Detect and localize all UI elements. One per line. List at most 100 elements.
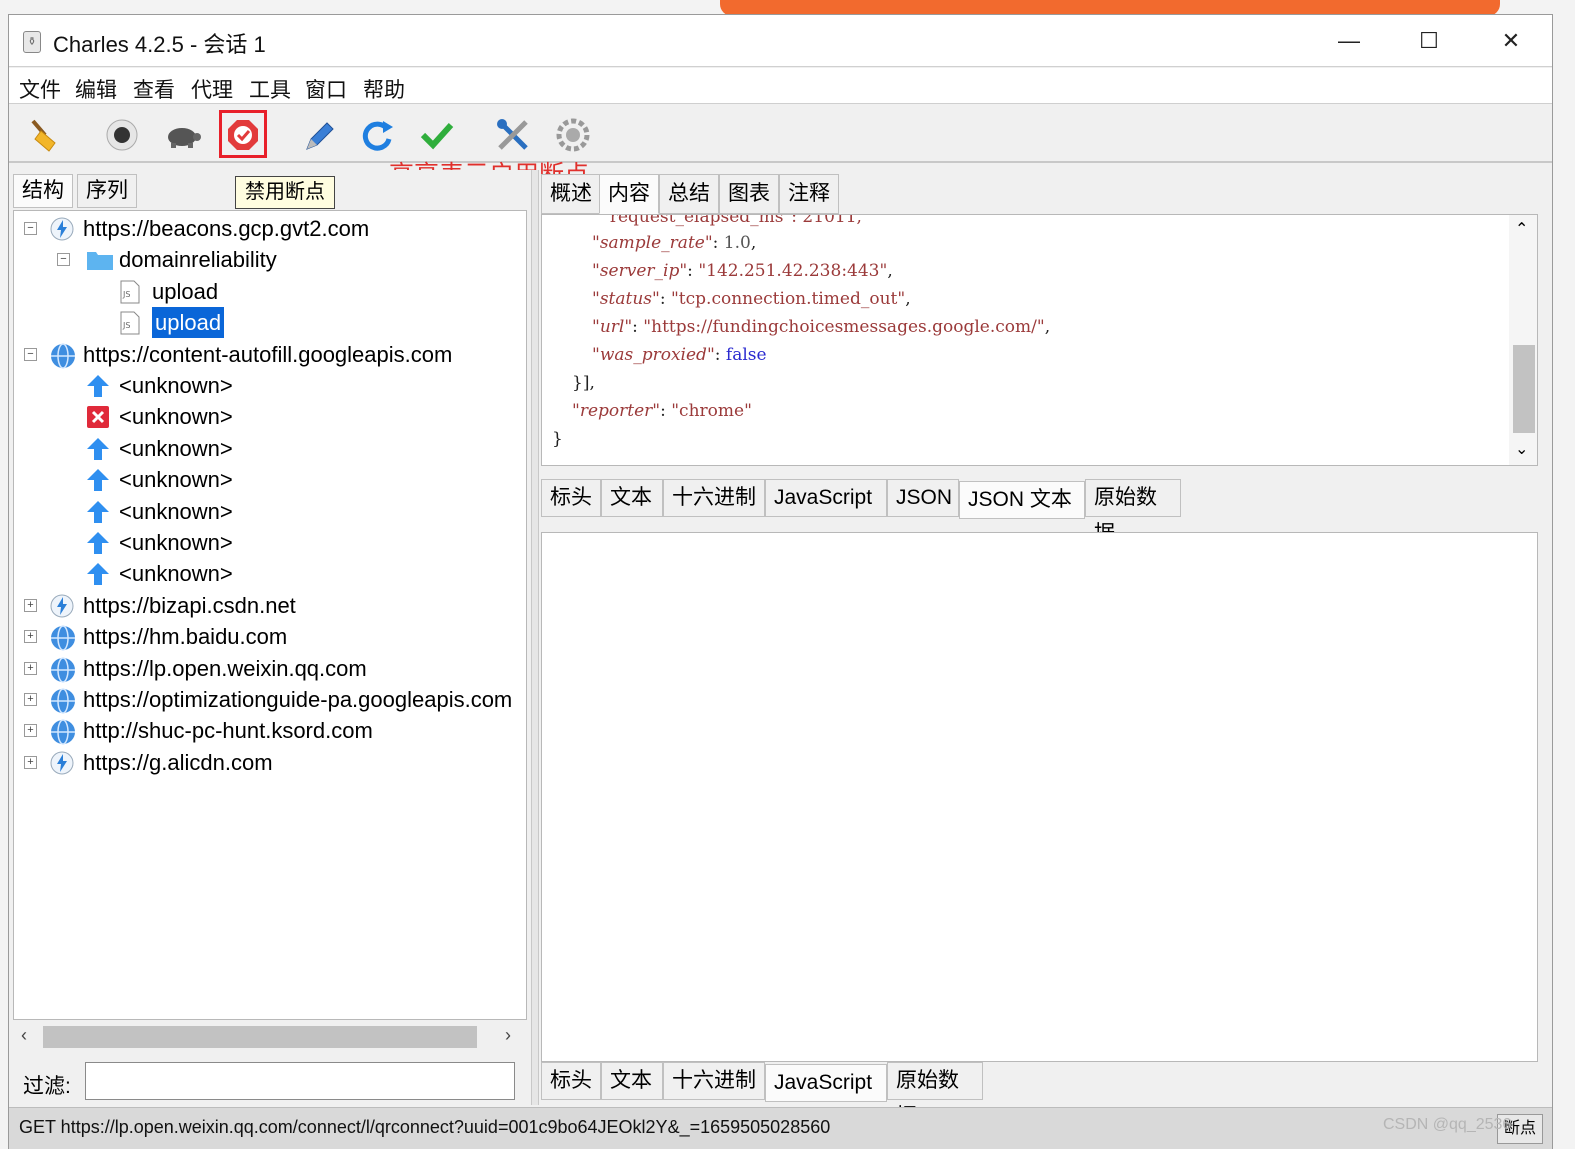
tree-row[interactable]: + https://lp.open.weixin.qq.com [14, 653, 526, 684]
horizontal-scrollbar[interactable]: ‹ › [15, 1023, 525, 1049]
vertical-scrollbar[interactable]: ⌃ ⌄ [1509, 215, 1537, 465]
split-divider[interactable] [531, 170, 539, 1105]
tree-row[interactable]: JS upload [14, 276, 526, 307]
tree-row[interactable]: + http://shuc-pc-hunt.ksord.com [14, 715, 526, 746]
window-title: Charles 4.2.5 - 会话 1 [53, 32, 266, 57]
maximize-button[interactable]: ☐ [1399, 23, 1459, 59]
charles-app-icon: ⚱ [23, 31, 41, 53]
scrollbar-thumb[interactable] [43, 1026, 477, 1048]
menu-view[interactable]: 查看 [133, 74, 175, 104]
upper-view-tab[interactable]: JSON [887, 479, 959, 517]
scroll-left-icon[interactable]: ‹ [21, 1025, 27, 1046]
tree-row[interactable]: − domainreliability [14, 244, 526, 275]
expand-icon[interactable]: + [24, 693, 37, 706]
scroll-down-icon[interactable]: ⌄ [1515, 439, 1528, 459]
expand-icon[interactable]: + [24, 724, 37, 738]
expand-icon[interactable]: + [24, 598, 37, 612]
tree-row-label: https://bizapi.csdn.net [83, 592, 296, 618]
upper-view-tabs: 标头文本十六进制JavaScriptJSONJSON 文本原始数据 [541, 479, 1538, 545]
globe-icon [50, 719, 75, 746]
json-text-view[interactable]: "request_elapsed_ms": 21011, "sample_rat… [541, 214, 1538, 466]
breakpoint-icon[interactable] [221, 113, 265, 157]
menu-proxy[interactable]: 代理 [191, 74, 233, 104]
tree-row[interactable]: <unknown> [14, 433, 526, 464]
broom-icon[interactable] [23, 113, 67, 157]
json-line: }], [572, 373, 595, 393]
tree-row-label: https://hm.baidu.com [83, 624, 288, 650]
menu-edit[interactable]: 编辑 [75, 74, 117, 104]
tree-row[interactable]: <unknown> [14, 558, 526, 589]
toolbar [9, 105, 1552, 163]
tree-row-label: https://g.alicdn.com [83, 749, 273, 775]
filter-input[interactable] [85, 1062, 515, 1100]
tree-row[interactable]: + https://g.alicdn.com [14, 747, 526, 778]
menu-file[interactable]: 文件 [19, 74, 61, 104]
record-icon[interactable] [100, 113, 144, 157]
minimize-button[interactable]: — [1319, 23, 1379, 59]
tab-summary[interactable]: 总结 [659, 174, 719, 214]
globe-icon [50, 625, 75, 651]
lower-view-tabs: 标头文本十六进制JavaScript原始数据 [541, 1062, 1538, 1128]
tools-icon[interactable] [491, 113, 535, 157]
expand-icon[interactable]: + [24, 630, 37, 644]
upper-view-tab[interactable]: JavaScript [765, 479, 887, 517]
json-line: "server_ip": "142.251.42.238:443", [592, 261, 893, 281]
json-partial-line: "request_elapsed_ms": 21011, [602, 214, 862, 227]
scroll-up-icon[interactable]: ⌃ [1515, 219, 1528, 239]
collapse-icon[interactable]: − [24, 347, 37, 361]
menu-help[interactable]: 帮助 [363, 74, 405, 104]
scrollbar-thumb[interactable] [1513, 345, 1535, 433]
tree-row-label: <unknown> [119, 373, 233, 398]
menu-tools[interactable]: 工具 [249, 74, 291, 104]
collapse-icon[interactable]: − [57, 253, 70, 267]
tree-row-label: https://beacons.gcp.gvt2.com [83, 216, 370, 241]
js-file-icon: JS [119, 280, 143, 304]
upper-view-tab[interactable]: 文本 [601, 479, 663, 517]
tree-row[interactable]: <unknown> [14, 370, 526, 401]
upper-view-tab[interactable]: 十六进制 [663, 479, 765, 517]
json-line: "status": "tcp.connection.timed_out", [592, 289, 911, 309]
lower-view-tab[interactable]: 十六进制 [663, 1062, 765, 1100]
lower-view-tab[interactable]: JavaScript [765, 1064, 887, 1102]
tab-overview[interactable]: 概述 [541, 174, 601, 214]
json-line: } [552, 429, 563, 449]
tree-row[interactable]: JS upload [14, 307, 526, 339]
tree-row[interactable]: <unknown> [14, 527, 526, 558]
collapse-icon[interactable]: − [24, 222, 37, 235]
lower-view-tab[interactable]: 原始数据 [887, 1062, 983, 1128]
tree-row[interactable]: <unknown> [14, 496, 526, 527]
check-icon[interactable] [415, 113, 459, 157]
tab-sequence[interactable]: 序列 [77, 174, 137, 208]
upper-view-tab[interactable]: 原始数据 [1085, 479, 1181, 545]
tree-row[interactable]: + https://optimizationguide-pa.googleapis… [14, 684, 526, 715]
tree-row[interactable]: + https://hm.baidu.com [14, 621, 526, 652]
turtle-icon[interactable] [160, 113, 204, 157]
tree-row[interactable]: − https://content-autofill.googleapis.com [14, 339, 526, 370]
upper-view-tab[interactable]: 标头 [541, 479, 601, 517]
error-icon [86, 405, 110, 429]
tab-chart[interactable]: 图表 [719, 174, 779, 214]
gear-icon[interactable] [551, 113, 595, 157]
tab-structure[interactable]: 结构 [13, 174, 73, 208]
close-button[interactable]: ✕ [1481, 23, 1541, 59]
tree-row[interactable]: <unknown> [14, 464, 526, 495]
lower-view-tab[interactable]: 标头 [541, 1062, 601, 1100]
title-bar: ⚱ Charles 4.2.5 - 会话 1 — ☐ ✕ [9, 15, 1552, 67]
upper-view-tab[interactable]: JSON 文本 [959, 481, 1085, 519]
lower-view-tab[interactable]: 文本 [601, 1062, 663, 1100]
tree-row-label: domainreliability [119, 247, 277, 273]
expand-icon[interactable]: + [24, 755, 37, 769]
upload-arrow-icon [86, 531, 110, 555]
tree-row[interactable]: <unknown> [14, 401, 526, 432]
expand-icon[interactable]: + [24, 661, 37, 675]
json-line: "reporter": "chrome" [572, 401, 752, 421]
refresh-icon[interactable] [355, 113, 399, 157]
pen-icon[interactable] [297, 113, 341, 157]
scroll-right-icon[interactable]: › [505, 1025, 511, 1046]
tab-notes[interactable]: 注释 [779, 174, 839, 214]
tab-contents[interactable]: 内容 [599, 174, 659, 214]
menu-window[interactable]: 窗口 [305, 74, 347, 104]
response-view[interactable] [541, 532, 1538, 1062]
tree-row[interactable]: + https://bizapi.csdn.net [14, 590, 526, 621]
tree-row[interactable]: − https://beacons.gcp.gvt2.com [14, 213, 526, 244]
